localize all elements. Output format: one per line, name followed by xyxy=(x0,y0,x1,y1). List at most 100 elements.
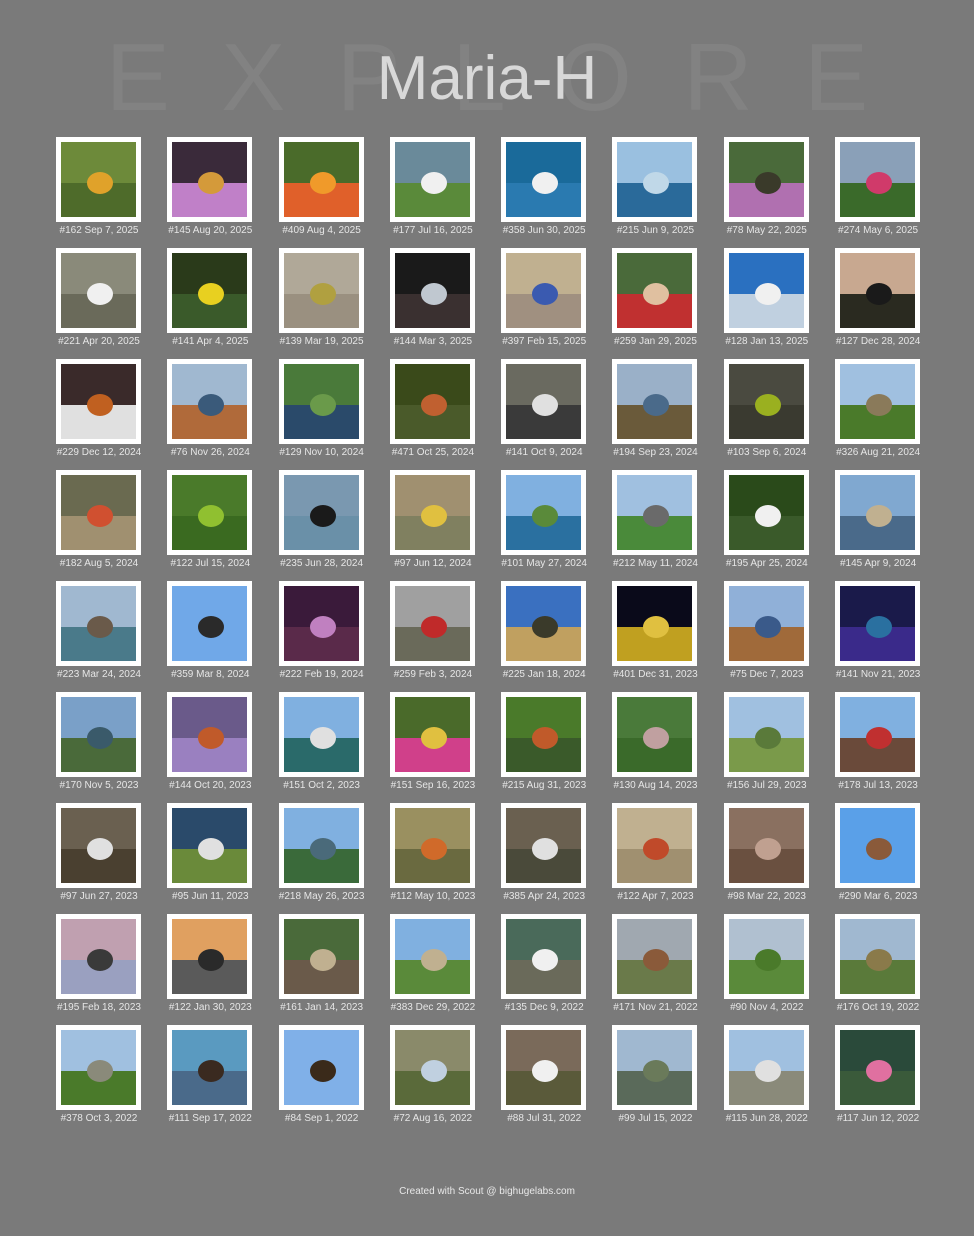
photo-thumbnail[interactable] xyxy=(389,914,475,999)
photo-thumbnail[interactable] xyxy=(723,248,809,333)
photo-thumbnail[interactable] xyxy=(835,803,921,888)
thumbnail-subject xyxy=(309,1060,336,1082)
photo-thumbnail[interactable] xyxy=(835,248,921,333)
photo-thumbnail[interactable] xyxy=(835,470,921,555)
thumbnail-subject xyxy=(866,727,893,749)
photo-thumbnail[interactable] xyxy=(389,137,475,222)
thumbnail-subject xyxy=(87,616,113,638)
photo-caption: #141 Apr 4, 2025 xyxy=(172,336,249,347)
photo-thumbnail[interactable] xyxy=(278,470,364,555)
photo-thumbnail[interactable] xyxy=(501,914,587,999)
photo-thumbnail[interactable] xyxy=(835,581,921,666)
photo-thumbnail[interactable] xyxy=(167,1025,253,1110)
photo-caption: #218 May 26, 2023 xyxy=(278,891,365,902)
photo-thumbnail[interactable] xyxy=(167,359,253,444)
photo-thumbnail[interactable] xyxy=(612,470,698,555)
photo-thumbnail[interactable] xyxy=(389,692,475,777)
photo-thumbnail[interactable] xyxy=(389,359,475,444)
photo-thumbnail[interactable] xyxy=(56,692,141,777)
photo-thumbnail[interactable] xyxy=(501,581,587,666)
photo-thumbnail[interactable] xyxy=(167,914,253,999)
photo-thumbnail[interactable] xyxy=(56,581,141,666)
photo-item: #99 Jul 15, 2022 xyxy=(612,1025,698,1136)
photo-thumbnail[interactable] xyxy=(612,581,698,666)
photo-thumbnail[interactable] xyxy=(612,1025,698,1110)
photo-thumbnail[interactable] xyxy=(278,1025,364,1110)
thumbnail-subject xyxy=(532,505,559,527)
photo-thumbnail[interactable] xyxy=(612,692,698,777)
photo-thumbnail[interactable] xyxy=(278,581,364,666)
photo-thumbnail[interactable] xyxy=(501,137,587,222)
photo-thumbnail[interactable] xyxy=(56,359,141,444)
photo-caption: #99 Jul 15, 2022 xyxy=(618,1113,693,1124)
photo-thumbnail[interactable] xyxy=(723,470,809,555)
photo-thumbnail[interactable] xyxy=(501,1025,587,1110)
thumbnail-subject xyxy=(754,283,781,305)
photo-thumbnail[interactable] xyxy=(501,470,587,555)
photo-thumbnail[interactable] xyxy=(835,692,921,777)
photo-thumbnail[interactable] xyxy=(389,1025,475,1110)
photo-thumbnail[interactable] xyxy=(501,803,587,888)
photo-thumbnail[interactable] xyxy=(278,248,364,333)
photo-thumbnail[interactable] xyxy=(389,581,475,666)
photo-thumbnail[interactable] xyxy=(278,137,364,222)
photo-thumbnail[interactable] xyxy=(56,1025,141,1110)
photo-thumbnail[interactable] xyxy=(56,137,141,222)
photo-thumbnail[interactable] xyxy=(56,248,141,333)
photo-thumbnail[interactable] xyxy=(167,248,253,333)
photo-item: #471 Oct 25, 2024 xyxy=(389,359,475,470)
photo-thumbnail[interactable] xyxy=(389,803,475,888)
photo-item: #177 Jul 16, 2025 xyxy=(389,137,475,248)
photo-thumbnail[interactable] xyxy=(167,581,253,666)
photo-thumbnail[interactable] xyxy=(501,248,587,333)
photo-thumbnail[interactable] xyxy=(278,692,364,777)
photo-thumbnail[interactable] xyxy=(612,248,698,333)
photo-thumbnail[interactable] xyxy=(167,803,253,888)
photo-thumbnail[interactable] xyxy=(167,692,253,777)
photo-thumbnail[interactable] xyxy=(56,803,141,888)
photo-item: #156 Jul 29, 2023 xyxy=(723,692,809,803)
photo-thumbnail[interactable] xyxy=(723,803,809,888)
photo-caption: #259 Feb 3, 2024 xyxy=(393,669,473,680)
photo-thumbnail[interactable] xyxy=(723,1025,809,1110)
footer-credit[interactable]: Created with Scout @ bighugelabs.com xyxy=(0,1186,974,1197)
thumbnail-subject xyxy=(866,394,893,416)
thumbnail-subject xyxy=(866,838,893,860)
photo-thumbnail[interactable] xyxy=(167,137,253,222)
photo-thumbnail[interactable] xyxy=(501,359,587,444)
photo-thumbnail[interactable] xyxy=(612,803,698,888)
thumbnail-subject xyxy=(309,172,336,194)
photo-thumbnail[interactable] xyxy=(278,359,364,444)
photo-item: #218 May 26, 2023 xyxy=(278,803,364,914)
photo-thumbnail[interactable] xyxy=(167,470,253,555)
photo-item: #111 Sep 17, 2022 xyxy=(167,1025,253,1136)
photo-thumbnail[interactable] xyxy=(501,692,587,777)
photo-thumbnail[interactable] xyxy=(723,359,809,444)
photo-thumbnail[interactable] xyxy=(278,914,364,999)
thumbnail-subject xyxy=(754,394,781,416)
photo-thumbnail[interactable] xyxy=(389,470,475,555)
photo-thumbnail[interactable] xyxy=(612,359,698,444)
photo-item: #145 Apr 9, 2024 xyxy=(835,470,921,581)
photo-thumbnail[interactable] xyxy=(723,137,809,222)
thumbnail-subject xyxy=(532,949,559,971)
photo-thumbnail[interactable] xyxy=(723,914,809,999)
photo-caption: #194 Sep 23, 2024 xyxy=(613,447,698,458)
photo-thumbnail[interactable] xyxy=(723,692,809,777)
photo-thumbnail[interactable] xyxy=(612,137,698,222)
photo-caption: #223 Mar 24, 2024 xyxy=(57,669,141,680)
thumbnail-subject xyxy=(309,616,336,638)
photo-thumbnail[interactable] xyxy=(56,470,141,555)
photo-thumbnail[interactable] xyxy=(278,803,364,888)
photo-caption: #141 Oct 9, 2024 xyxy=(505,447,583,458)
photo-thumbnail[interactable] xyxy=(835,1025,921,1110)
photo-thumbnail[interactable] xyxy=(612,914,698,999)
photo-thumbnail[interactable] xyxy=(835,137,921,222)
photo-caption: #72 Aug 16, 2022 xyxy=(393,1113,473,1124)
photo-thumbnail[interactable] xyxy=(835,359,921,444)
photo-thumbnail[interactable] xyxy=(389,248,475,333)
photo-thumbnail[interactable] xyxy=(56,914,141,999)
photo-thumbnail[interactable] xyxy=(835,914,921,999)
photo-thumbnail[interactable] xyxy=(723,581,809,666)
photo-caption: #178 Jul 13, 2023 xyxy=(838,780,918,791)
